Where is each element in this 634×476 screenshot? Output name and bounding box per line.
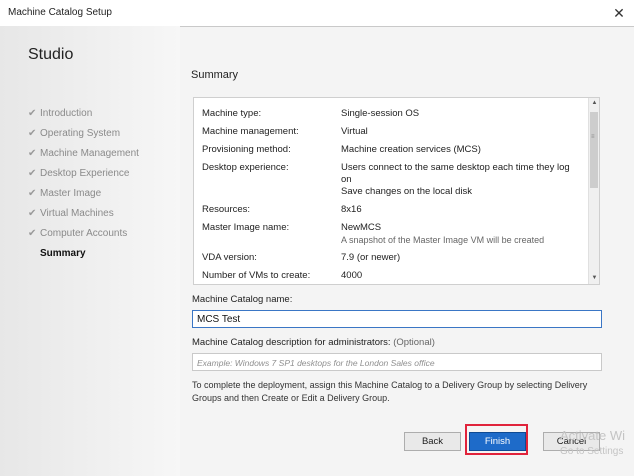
summary-label: Machine management:	[202, 126, 299, 137]
step-computer-accounts[interactable]: ✔ Computer Accounts	[28, 224, 139, 244]
step-label: Computer Accounts	[40, 228, 128, 239]
step-label: Desktop Experience	[40, 168, 130, 179]
step-label: Master Image	[40, 188, 102, 199]
summary-list: Machine type: Single-session OS Machine …	[193, 97, 600, 285]
summary-label: Number of VMs to create:	[202, 270, 311, 281]
step-machine-management[interactable]: ✔ Machine Management	[28, 144, 139, 164]
summary-value-line: NewMCS	[341, 222, 382, 233]
description-input[interactable]	[192, 353, 602, 371]
summary-value: 7.9 (or newer)	[341, 252, 401, 263]
wizard-steps: ✔ Introduction ✔ Operating System ✔ Machine…	[28, 104, 139, 264]
summary-label: Provisioning method:	[202, 144, 291, 155]
summary-value: 8x16	[341, 204, 362, 215]
summary-value: Single-session OS	[341, 108, 420, 119]
step-label: Summary	[40, 248, 86, 259]
summary-label: Master Image name:	[202, 222, 290, 233]
check-icon: ✔	[28, 228, 37, 239]
description-label-text: Machine Catalog description for administ…	[192, 337, 391, 348]
summary-scrollbar[interactable]: ▲ ≡ ▼	[588, 98, 599, 284]
activation-watermark: Activate Wi Go to Settings	[560, 428, 625, 460]
step-introduction[interactable]: ✔ Introduction	[28, 104, 139, 124]
page-title: Summary	[191, 69, 239, 81]
step-summary[interactable]: ✔Summary	[28, 244, 139, 264]
summary-note: A snapshot of the Master Image VM will b…	[341, 235, 545, 245]
step-label: Virtual Machines	[40, 208, 114, 219]
summary-label: VDA version:	[202, 252, 257, 263]
summary-label: Machine type:	[202, 108, 262, 119]
close-icon[interactable]: ✕	[610, 4, 628, 22]
step-label: Machine Management	[40, 148, 139, 159]
check-icon: ✔	[28, 208, 37, 219]
check-icon: ✔	[28, 188, 37, 199]
check-icon: ✔	[28, 128, 37, 139]
step-virtual-machines[interactable]: ✔ Virtual Machines	[28, 204, 139, 224]
step-operating-system[interactable]: ✔ Operating System	[28, 124, 139, 144]
watermark-line: Activate Wi	[560, 428, 626, 443]
step-label: Operating System	[40, 128, 121, 139]
window-title: Machine Catalog Setup	[8, 7, 112, 18]
step-master-image[interactable]: ✔ Master Image	[28, 184, 139, 204]
summary-value: NewMCS A snapshot of the Master Image VM…	[341, 222, 581, 247]
summary-value: Machine creation services (MCS)	[341, 144, 481, 155]
summary-label: Desktop experience:	[202, 162, 289, 173]
summary-value: Users connect to the same desktop each t…	[341, 162, 576, 198]
description-label: Machine Catalog description for administ…	[192, 337, 435, 348]
scroll-down-icon[interactable]: ▼	[589, 273, 599, 284]
step-label: Introduction	[40, 108, 93, 119]
grip-icon: ≡	[591, 134, 595, 140]
summary-value: Virtual	[341, 126, 368, 137]
check-icon: ✔	[28, 148, 37, 159]
scroll-up-icon[interactable]: ▲	[589, 98, 599, 109]
check-icon: ✔	[28, 168, 37, 179]
catalog-name-label: Machine Catalog name:	[192, 294, 293, 305]
back-button[interactable]: Back	[404, 432, 461, 451]
watermark-line: Go to Settings	[560, 446, 624, 457]
summary-value-line: Users connect to the same desktop each t…	[341, 162, 570, 185]
title-bar: Machine Catalog Setup ✕	[0, 0, 634, 26]
main-panel: Summary Machine type: Single-session OS …	[180, 27, 634, 476]
scroll-thumb[interactable]	[590, 112, 598, 188]
finish-highlight-box	[465, 424, 528, 455]
optional-tag: (Optional)	[393, 337, 435, 348]
summary-value-line: Save changes on the local disk	[341, 186, 472, 197]
summary-value: 4000	[341, 270, 363, 281]
catalog-name-input[interactable]	[192, 310, 602, 328]
step-desktop-experience[interactable]: ✔ Desktop Experience	[28, 164, 139, 184]
studio-brand: Studio	[28, 46, 74, 63]
summary-label: Resources:	[202, 204, 251, 215]
deployment-info: To complete the deployment, assign this …	[192, 380, 588, 403]
check-icon: ✔	[28, 108, 37, 119]
